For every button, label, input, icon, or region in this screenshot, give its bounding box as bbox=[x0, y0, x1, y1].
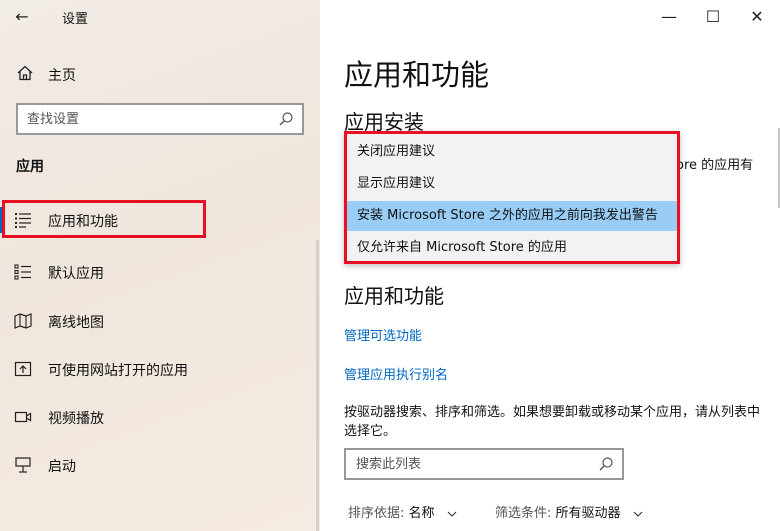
sidebar-item-default-apps[interactable]: 默认应用 bbox=[0, 254, 320, 290]
close-button[interactable]: ✕ bbox=[734, 4, 780, 30]
filter-value: 所有驱动器 bbox=[555, 506, 621, 521]
sidebar-item-label: 视频播放 bbox=[48, 411, 104, 427]
app-install-dropdown-menu: 关闭应用建议 显示应用建议 安装 Microsoft Store 之外的应用之前… bbox=[344, 131, 680, 264]
minimize-button[interactable]: — bbox=[646, 4, 692, 30]
window-title: 设置 bbox=[62, 12, 89, 27]
sidebar-item-apps-for-websites[interactable]: 可使用网站打开的应用 bbox=[0, 351, 320, 387]
sidebar-item-label: 主页 bbox=[48, 68, 76, 84]
sidebar-item-label: 启动 bbox=[48, 459, 76, 475]
sidebar-item-video-playback[interactable]: 视频播放 bbox=[0, 399, 320, 435]
sort-value: 名称 bbox=[408, 506, 435, 521]
home-icon bbox=[17, 65, 33, 81]
dropdown-option-show-suggestions[interactable]: 显示应用建议 bbox=[347, 169, 677, 199]
search-icon[interactable] bbox=[278, 111, 294, 127]
sidebar-item-label: 默认应用 bbox=[48, 266, 104, 282]
apps-features-heading: 应用和功能 bbox=[344, 284, 444, 308]
apps-description: 按驱动器搜索、排序和筛选。如果想要卸载或移动某个应用，请从列表中选择它。 bbox=[344, 405, 761, 439]
sidebar-item-label: 可使用网站打开的应用 bbox=[48, 363, 188, 379]
sort-by-dropdown[interactable]: 排序依据: 名称 bbox=[348, 502, 457, 521]
startup-icon bbox=[15, 457, 31, 473]
manage-optional-features-link[interactable]: 管理可选功能 bbox=[344, 325, 422, 344]
settings-search-box[interactable] bbox=[16, 103, 304, 135]
sidebar-item-home[interactable]: 主页 bbox=[0, 60, 320, 88]
settings-search-input[interactable] bbox=[18, 105, 268, 133]
apps-for-websites-icon bbox=[14, 361, 32, 377]
default-apps-icon bbox=[14, 264, 31, 280]
main-scrollbar[interactable] bbox=[778, 128, 780, 208]
section-header-apps: 应用 bbox=[16, 159, 44, 175]
maximize-button[interactable]: ☐ bbox=[690, 4, 736, 30]
list-search-box[interactable] bbox=[344, 448, 624, 480]
filter-by-dropdown[interactable]: 筛选条件: 所有驱动器 bbox=[495, 502, 643, 521]
page-title: 应用和功能 bbox=[344, 58, 490, 92]
sort-label: 排序依据: bbox=[348, 506, 405, 521]
annotation-highlight-sidebar bbox=[2, 200, 206, 238]
dropdown-option-warn-before-install[interactable]: 安装 Microsoft Store 之外的应用之前向我发出警告 bbox=[347, 201, 677, 231]
filter-label: 筛选条件: bbox=[495, 506, 552, 521]
manage-execution-aliases-link[interactable]: 管理应用执行别名 bbox=[344, 364, 448, 383]
video-playback-icon bbox=[14, 411, 32, 423]
sidebar-item-startup[interactable]: 启动 bbox=[0, 447, 320, 483]
sidebar-titlebar: ← 设置 bbox=[0, 0, 320, 34]
list-search-input[interactable] bbox=[346, 450, 586, 478]
back-button[interactable]: ← bbox=[10, 6, 34, 28]
install-setting-text: ore 的应用有 bbox=[676, 158, 754, 173]
main-content: — ☐ ✕ 应用和功能 应用安装 ore 的应用有 应用和功能 管理可选功能 管… bbox=[320, 0, 782, 531]
search-icon[interactable] bbox=[598, 456, 614, 472]
chevron-down-icon bbox=[447, 511, 457, 517]
sidebar-scrollbar[interactable] bbox=[316, 240, 319, 531]
sidebar-item-label: 离线地图 bbox=[48, 315, 104, 331]
sidebar: ← 设置 主页 应用 应用和功能 默认应用 bbox=[0, 0, 320, 531]
dropdown-option-disable-suggestions[interactable]: 关闭应用建议 bbox=[347, 137, 677, 167]
chevron-down-icon bbox=[633, 511, 643, 517]
dropdown-option-store-only[interactable]: 仅允许来自 Microsoft Store 的应用 bbox=[347, 233, 677, 263]
sidebar-item-offline-maps[interactable]: 离线地图 bbox=[0, 303, 320, 339]
offline-maps-icon bbox=[14, 313, 32, 329]
